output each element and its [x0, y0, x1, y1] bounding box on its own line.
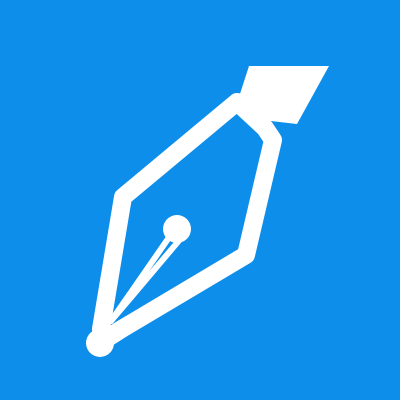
icon-background: [0, 0, 400, 400]
app-icon: [0, 0, 400, 400]
fountain-pen-nib-icon: [0, 0, 400, 400]
pen-nib-tip: [86, 329, 114, 357]
